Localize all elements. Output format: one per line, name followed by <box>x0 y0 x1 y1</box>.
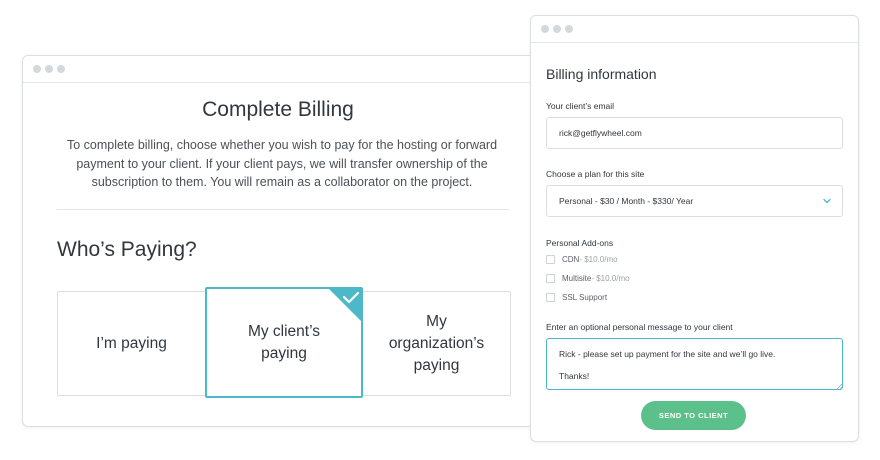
who-paying-heading: Who’s Paying? <box>57 238 197 261</box>
window-titlebar <box>23 56 533 83</box>
addon-cdn-checkbox[interactable]: CDN - $10.0/mo <box>546 255 618 264</box>
email-field[interactable]: rick@getflywheel.com <box>546 117 843 149</box>
checkmark-icon <box>328 288 362 322</box>
addon-price: - $10.0/mo <box>591 274 630 283</box>
checkbox-icon <box>546 274 555 283</box>
addon-multisite-checkbox[interactable]: Multisite - $10.0/mo <box>546 274 630 283</box>
option-im-paying[interactable]: I’m paying <box>58 292 205 395</box>
addon-name: CDN <box>562 255 580 264</box>
resize-grip-icon[interactable] <box>836 383 843 390</box>
option-label: My organization’s paying <box>388 312 485 374</box>
plan-value: Personal - $30 / Month - $330/ Year <box>559 196 694 206</box>
addon-name: SSL Support <box>562 293 608 302</box>
plan-select[interactable]: Personal - $30 / Month - $330/ Year <box>546 185 843 217</box>
window-dot-icon <box>565 25 573 33</box>
addon-price: - $10.0/mo <box>579 255 618 264</box>
send-to-client-button[interactable]: SEND TO CLIENT <box>641 401 746 430</box>
addon-name: Multisite <box>562 274 592 283</box>
option-client-paying[interactable]: My client’s paying <box>205 287 363 398</box>
plan-label: Choose a plan for this site <box>546 169 645 179</box>
option-organization-paying[interactable]: My organization’s paying <box>363 292 510 395</box>
addon-ssl-checkbox[interactable]: SSL Support <box>546 293 607 302</box>
email-label: Your client’s email <box>546 101 615 111</box>
checkbox-icon <box>546 293 555 302</box>
divider <box>57 209 509 210</box>
chevron-down-icon <box>823 198 831 204</box>
billing-description: To complete billing, choose whether you … <box>66 138 498 189</box>
option-label: I’m paying <box>96 334 167 352</box>
window-dot-icon <box>541 25 549 33</box>
window-dot-icon <box>57 65 65 73</box>
message-label: Enter an optional personal message to yo… <box>546 322 733 332</box>
window-titlebar <box>531 16 858 43</box>
complete-billing-window: Complete Billing To complete billing, ch… <box>22 55 534 427</box>
option-label: My client’s paying <box>247 322 321 362</box>
window-dot-icon <box>45 65 53 73</box>
window-dot-icon <box>553 25 561 33</box>
addons-label: Personal Add-ons <box>546 238 614 248</box>
checkbox-icon <box>546 255 555 264</box>
email-value: rick@getflywheel.com <box>559 128 642 138</box>
billing-information-window: Billing information Your client’s email … <box>530 15 859 442</box>
message-textarea[interactable]: Rick - please set up payment for the sit… <box>546 338 843 390</box>
window-dot-icon <box>33 65 41 73</box>
billing-info-heading: Billing information <box>546 66 657 82</box>
page-title: Complete Billing <box>202 98 354 121</box>
payer-options: I’m paying My organization’s paying My c… <box>57 287 511 398</box>
